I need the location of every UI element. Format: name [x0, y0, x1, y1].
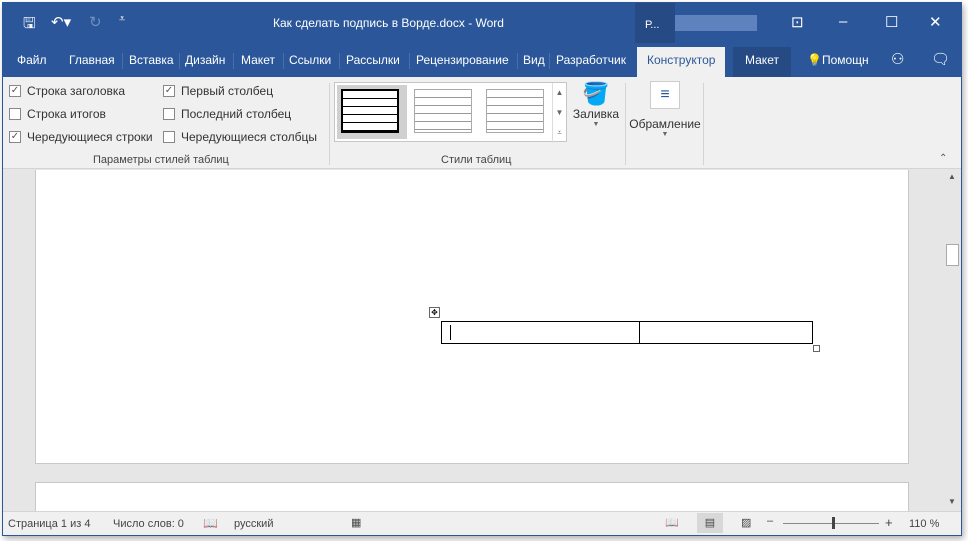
word-window: 🖫 ↶▾ ↻ ⩡ Как сделать подпись в Ворде.doc… — [2, 2, 962, 536]
undo-icon[interactable]: ↶▾ — [51, 13, 71, 31]
zoom-out-button[interactable]: – — [767, 515, 773, 527]
table-style-light[interactable] — [486, 89, 544, 133]
checkbox[interactable] — [9, 108, 21, 120]
maximize-button[interactable]: ☐ — [885, 13, 898, 31]
header-row-checkbox[interactable]: ✓ Строка заголовка — [9, 84, 125, 98]
language[interactable]: русский — [234, 518, 273, 530]
table-move-handle-icon[interactable]: ✥ — [429, 307, 440, 318]
tab-view[interactable]: Вид — [523, 53, 545, 67]
borders-icon: ≡ — [650, 81, 680, 109]
borders-button[interactable]: ≡ Обрамление ▼ — [627, 81, 703, 138]
table-style-plain[interactable] — [414, 89, 472, 133]
ribbon-display-options-icon[interactable]: ⊡ — [791, 13, 804, 31]
tab-home[interactable]: Главная — [69, 53, 115, 67]
ribbon: ✓ Строка заголовка Строка итогов ✓ Чередую… — [3, 77, 961, 169]
table-styles-gallery: ▲ ▼ ⩡ — [334, 82, 567, 143]
total-row-checkbox[interactable]: Строка итогов — [9, 107, 106, 121]
page-count[interactable]: Страница 1 из 4 — [8, 518, 90, 530]
web-layout-icon[interactable]: ▨ — [741, 516, 751, 529]
table-resize-handle[interactable] — [813, 345, 820, 352]
borders-label: Обрамление — [629, 117, 701, 131]
signature-table[interactable] — [441, 321, 813, 344]
group-label-style-options: Параметры стилей таблиц — [93, 154, 229, 166]
document-area: ✥ — [3, 170, 944, 511]
label: Чередующиеся строки — [27, 130, 153, 144]
gallery-scroll-up[interactable]: ▲ — [552, 83, 566, 103]
collapse-ribbon-icon[interactable]: ⌃ — [939, 153, 947, 164]
scroll-up-arrow[interactable]: ▲ — [948, 172, 956, 181]
banded-columns-checkbox[interactable]: Чередующиеся столбцы — [163, 130, 317, 144]
table-cell[interactable] — [640, 322, 812, 343]
shading-button[interactable]: 🪣 Заливка ▼ — [571, 81, 621, 128]
window-title: Как сделать подпись в Ворде.docx - Word — [273, 16, 504, 30]
tab-review[interactable]: Рецензирование — [416, 53, 509, 67]
text-cursor — [450, 325, 451, 340]
tab-layout[interactable]: Макет — [241, 53, 275, 67]
zoom-in-button[interactable]: + — [885, 515, 893, 530]
checkbox[interactable]: ✓ — [9, 85, 21, 97]
title-bar: 🖫 ↶▾ ↻ ⩡ Как сделать подпись в Ворде.doc… — [3, 3, 961, 81]
help-label: Помощн — [821, 53, 869, 67]
checkbox[interactable] — [163, 131, 175, 143]
label: Чередующиеся столбцы — [181, 130, 317, 144]
lightbulb-icon: 💡 — [807, 53, 822, 67]
tab-file[interactable]: Файл — [17, 53, 47, 67]
customize-quick-access-icon[interactable]: ⩡ — [119, 13, 125, 26]
redo-icon[interactable]: ↻ — [89, 13, 102, 31]
first-column-checkbox[interactable]: ✓ Первый столбец — [163, 84, 273, 98]
tab-references[interactable]: Ссылки — [289, 53, 331, 67]
table-cell[interactable] — [442, 322, 640, 343]
checkbox[interactable] — [163, 108, 175, 120]
status-bar: Страница 1 из 4 Число слов: 0 📖 русский … — [3, 511, 961, 535]
tab-table-layout[interactable]: Макет — [733, 47, 791, 77]
tab-insert[interactable]: Вставка — [129, 53, 174, 67]
page-2[interactable] — [35, 482, 909, 511]
tab-design[interactable]: Дизайн — [185, 53, 225, 67]
share-icon[interactable]: ⚇ — [891, 50, 904, 68]
ribbon-tabs: Файл Главная Вставка Дизайн Макет Ссылки… — [3, 43, 961, 77]
table-style-grid[interactable] — [341, 89, 399, 133]
group-label-table-styles: Стили таблиц — [441, 154, 512, 166]
macro-icon[interactable]: ▦ — [351, 516, 361, 529]
checkbox[interactable]: ✓ — [9, 131, 21, 143]
last-column-checkbox[interactable]: Последний столбец — [163, 107, 291, 121]
paint-bucket-icon: 🪣 — [582, 81, 610, 106]
tab-developer[interactable]: Разработчик — [556, 53, 626, 67]
scroll-down-arrow[interactable]: ▼ — [948, 497, 956, 506]
read-mode-icon[interactable]: 📖 — [665, 516, 679, 529]
label: Первый столбец — [181, 84, 274, 98]
vertical-scrollbar[interactable]: ▲ ▼ — [944, 170, 961, 511]
gallery-more[interactable]: ⩡ — [552, 123, 566, 143]
zoom-slider-thumb[interactable] — [832, 517, 835, 529]
gallery-scroll-down[interactable]: ▼ — [552, 103, 566, 123]
proofing-icon[interactable]: 📖 — [203, 516, 218, 530]
scroll-thumb[interactable] — [946, 244, 959, 266]
checkbox[interactable]: ✓ — [163, 85, 175, 97]
print-layout-icon[interactable]: ▤ — [697, 513, 723, 533]
account-initial: Р... — [645, 19, 660, 31]
minimize-button[interactable]: – — [839, 13, 847, 30]
tell-me-help[interactable]: 💡Помощн — [807, 53, 869, 67]
comments-icon[interactable]: 🗨 — [931, 50, 950, 68]
save-icon[interactable]: 🖫 — [23, 13, 36, 38]
label: Последний столбец — [181, 107, 292, 121]
label: Строка заголовка — [27, 84, 126, 98]
word-count[interactable]: Число слов: 0 — [113, 518, 184, 530]
shading-label: Заливка — [572, 107, 620, 121]
account-name-blurred — [675, 15, 757, 31]
zoom-slider[interactable] — [783, 523, 879, 524]
page-1[interactable]: ✥ — [35, 170, 909, 464]
label: Строка итогов — [27, 107, 106, 121]
banded-rows-checkbox[interactable]: ✓ Чередующиеся строки — [9, 130, 153, 144]
tab-table-design[interactable]: Конструктор — [637, 47, 726, 77]
zoom-level[interactable]: 110 % — [909, 518, 939, 530]
close-button[interactable]: ✕ — [929, 13, 942, 31]
tab-mailings[interactable]: Рассылки — [346, 53, 400, 67]
